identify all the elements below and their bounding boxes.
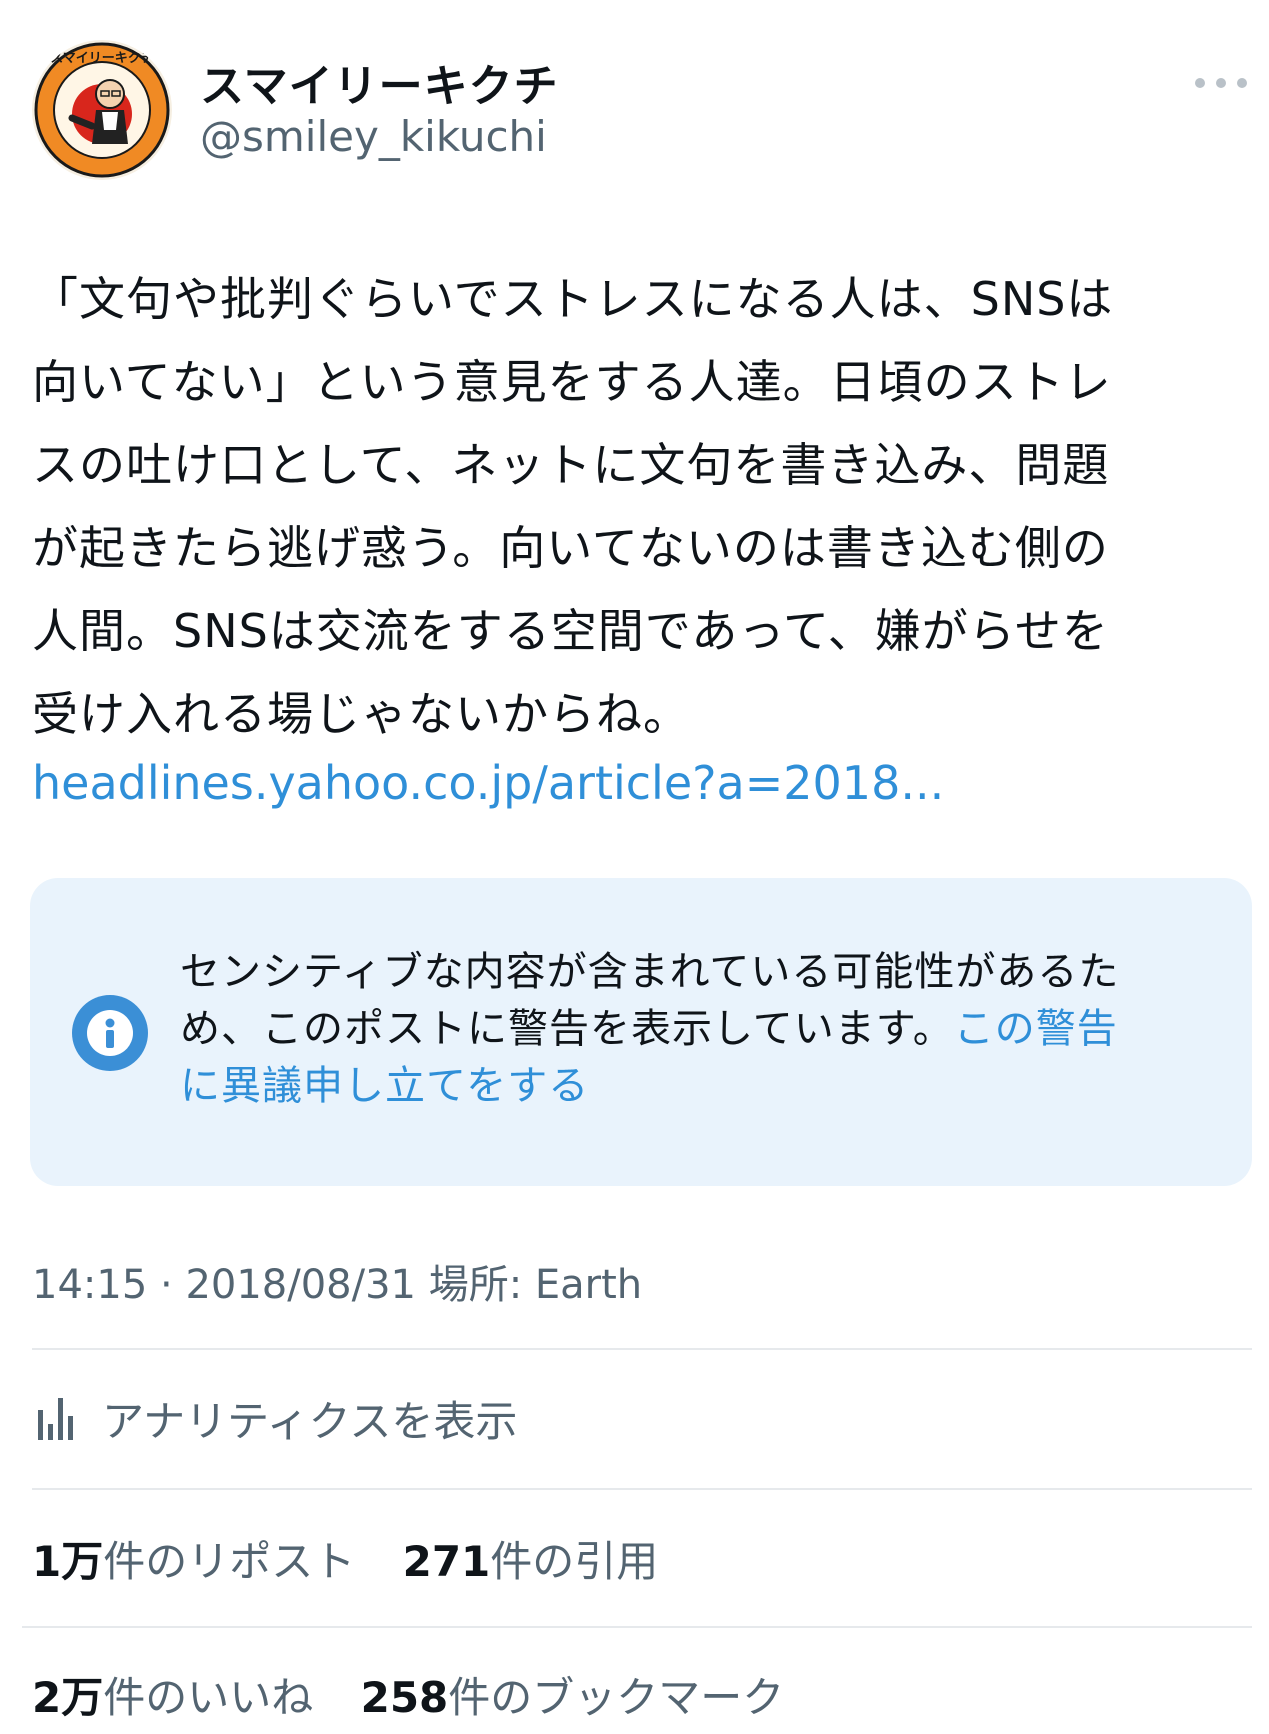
reposts-label: 件のリポスト <box>103 1537 356 1586</box>
tweet-text: 「文句や批判ぐらいでストレスになる人は、SNSは 向いてない」という意見をする人… <box>32 258 1247 756</box>
reposts-stat[interactable]: 1万件のリポスト <box>32 1537 355 1586</box>
likes-count: 2万 <box>32 1673 104 1722</box>
appeal-link[interactable]: この警告 <box>954 1006 1118 1052</box>
tweet-date[interactable]: 2018/08/31 <box>185 1262 416 1308</box>
notice-text: センシティブな内容が含まれている可能性があるた め、このポストに警告を表示してい… <box>180 944 1220 1115</box>
tweet-header: スマイリーキクチ スマイリーキクチ @smiley_kikuchi <box>0 0 1269 200</box>
likes-label: 件のいいね <box>103 1673 314 1722</box>
bookmarks-label: 件のブックマーク <box>448 1673 785 1722</box>
likes-stat[interactable]: 2万件のいいね <box>32 1673 313 1722</box>
quotes-count: 271 <box>402 1537 491 1586</box>
divider <box>32 1488 1252 1490</box>
analytics-label: アナリティクスを表示 <box>102 1397 518 1446</box>
tweet-text-line: が起きたら逃げ惑う。向いてないのは書き込む側の <box>32 521 1109 575</box>
tweet-text-line: 「文句や批判ぐらいでストレスになる人は、SNSは <box>32 272 1114 326</box>
avatar-image: スマイリーキクチ <box>34 42 170 178</box>
bookmarks-count: 258 <box>360 1673 449 1722</box>
notice-text-line: め、このポストに警告を表示しています。 <box>180 1006 954 1052</box>
reposts-count: 1万 <box>32 1537 104 1586</box>
divider <box>22 1626 1252 1628</box>
tweet-text-line: スの吐け口として、ネットに文句を書き込み、問題 <box>32 438 1110 492</box>
bookmarks-stat[interactable]: 258件のブックマーク <box>361 1673 785 1722</box>
info-icon <box>72 995 148 1071</box>
divider <box>32 1348 1252 1350</box>
tweet-location: 場所: Earth <box>428 1262 643 1308</box>
quotes-label: 件の引用 <box>490 1537 659 1586</box>
display-name[interactable]: スマイリーキクチ <box>200 50 559 114</box>
avatar[interactable]: スマイリーキクチ <box>32 40 172 180</box>
stats-row-reposts: 1万件のリポスト 271件の引用 <box>32 1528 692 1589</box>
avatar-ring-text: スマイリーキクチ <box>50 51 154 66</box>
tweet-time[interactable]: 14:15 <box>32 1262 147 1308</box>
user-handle[interactable]: @smiley_kikuchi <box>200 112 547 161</box>
tweet-text-line: 人間。SNSは交流をする空間であって、嫌がらせを <box>32 604 1109 658</box>
meta-separator: · <box>147 1262 186 1308</box>
stats-row-likes: 2万件のいいね 258件のブックマーク <box>32 1664 818 1725</box>
article-link[interactable]: headlines.yahoo.co.jp/article?a=2018... <box>32 756 944 810</box>
quotes-stat[interactable]: 271件の引用 <box>403 1537 659 1586</box>
appeal-link[interactable]: に異議申し立てをする <box>180 1058 1220 1115</box>
tweet-meta: 14:15 · 2018/08/31 場所: Earth <box>32 1252 642 1310</box>
tweet-text-line: 受け入れる場じゃないからね。 <box>32 687 690 741</box>
bar-chart-icon <box>38 1398 73 1440</box>
more-options-icon[interactable] <box>1195 72 1247 92</box>
tweet-text-line: 向いてない」という意見をする人達。日頃のストレ <box>32 355 1112 409</box>
view-analytics-button[interactable]: アナリティクスを表示 <box>32 1380 732 1450</box>
notice-text-line: センシティブな内容が含まれている可能性があるた <box>180 949 1120 995</box>
